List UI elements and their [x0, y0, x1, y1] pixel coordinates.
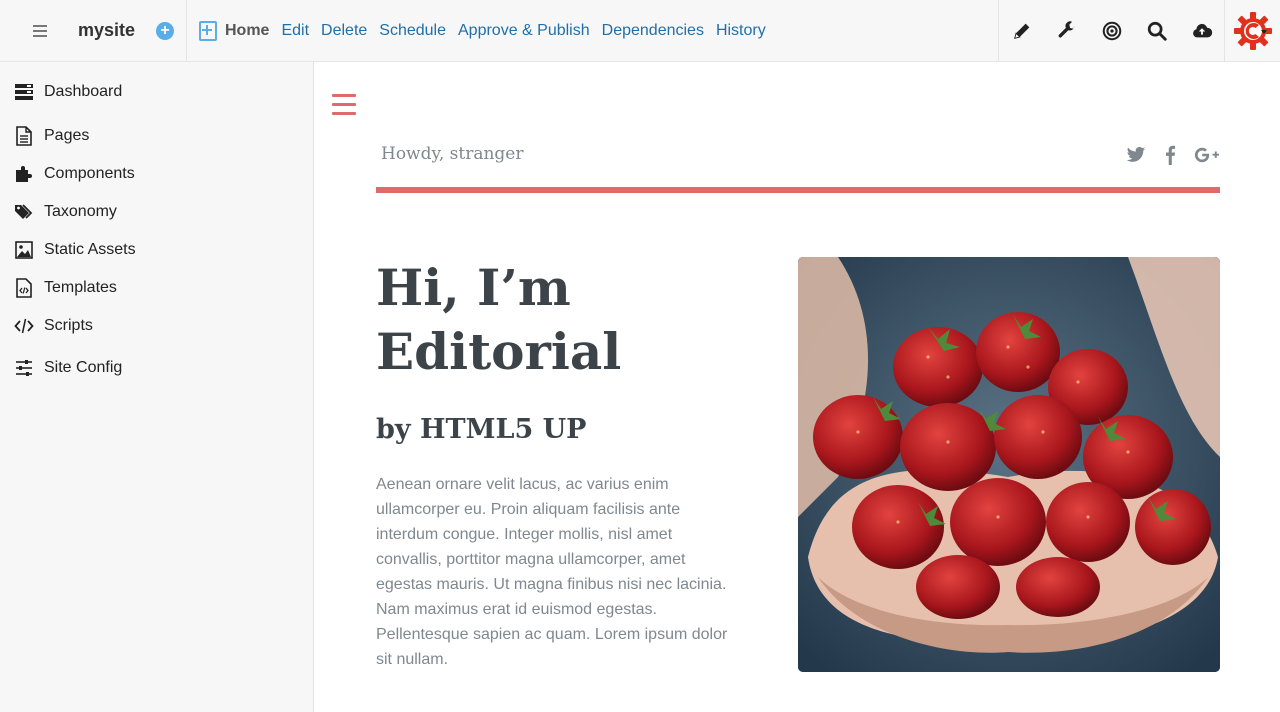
- toolbar-tools: [998, 0, 1280, 62]
- code-icon: [14, 318, 34, 334]
- sliders-icon: [16, 360, 32, 376]
- plus-icon: +: [160, 21, 170, 39]
- search-button[interactable]: [1134, 0, 1179, 62]
- sidebar-item-label: Components: [44, 165, 135, 182]
- hamburger-icon: [33, 24, 47, 37]
- wrench-icon: [1058, 21, 1074, 38]
- edit-link[interactable]: Edit: [281, 22, 309, 40]
- menu-toggle-button[interactable]: [20, 0, 60, 62]
- hero-image: [798, 257, 1220, 672]
- current-page-label[interactable]: Home: [225, 22, 269, 40]
- image-icon: [15, 241, 33, 259]
- sidebar-item-site-config[interactable]: Site Config: [14, 358, 122, 378]
- sidebar-item-scripts[interactable]: Scripts: [14, 316, 93, 336]
- sidebar-item-label: Templates: [44, 279, 117, 296]
- strawberries-image: [798, 257, 1220, 672]
- pencil-icon: [1013, 23, 1029, 39]
- twitter-link[interactable]: [1126, 144, 1146, 166]
- sidebar-item-templates[interactable]: Templates: [14, 278, 117, 298]
- hero-body-text: Aenean ornare velit lacus, ac varius eni…: [376, 476, 728, 668]
- header-accent-rule: [376, 187, 1220, 193]
- page-icon: [16, 126, 32, 146]
- sidebar-item-taxonomy[interactable]: Taxonomy: [14, 202, 117, 222]
- sidebar-item-components[interactable]: Components: [14, 164, 135, 184]
- social-links: [1108, 144, 1220, 166]
- site-name[interactable]: mysite: [78, 20, 150, 41]
- sidebar-item-label: Dashboard: [44, 83, 123, 100]
- gear-logo-icon: [1233, 12, 1272, 50]
- tools-button[interactable]: [1044, 0, 1089, 62]
- hamburger-bar: [332, 103, 356, 106]
- crafter-logo[interactable]: [1224, 0, 1280, 62]
- hero-heading: Hi, I’m Editorial: [376, 258, 622, 381]
- google-plus-icon: [1194, 147, 1219, 163]
- search-icon: [1147, 21, 1167, 41]
- sidebar: Dashboard Pages Components Taxonomy Stat…: [0, 62, 313, 712]
- dependencies-link[interactable]: Dependencies: [602, 22, 704, 40]
- publish-button[interactable]: [1179, 0, 1224, 62]
- code-file-icon: [16, 278, 32, 298]
- edit-mode-button[interactable]: [999, 0, 1044, 62]
- target-icon: [1102, 21, 1121, 41]
- sidebar-item-label: Taxonomy: [44, 203, 117, 220]
- add-content-button[interactable]: +: [156, 21, 174, 40]
- hamburger-bar: [332, 94, 356, 97]
- approve-publish-link[interactable]: Approve & Publish: [458, 22, 590, 40]
- puzzle-icon: [16, 166, 32, 182]
- site-preview: Howdy, stranger Hi, I’m Editorial by HTM…: [313, 62, 1280, 712]
- sidebar-item-label: Site Config: [44, 359, 123, 376]
- cloud-upload-icon: [1192, 23, 1212, 38]
- page-actions: Home Edit Delete Schedule Approve & Publ…: [199, 20, 778, 41]
- facebook-icon: [1166, 145, 1176, 165]
- greeting-text: Howdy, stranger: [381, 144, 524, 164]
- preview-menu-button[interactable]: [332, 94, 356, 116]
- page-add-icon: [199, 20, 217, 41]
- twitter-icon: [1126, 146, 1146, 162]
- tags-icon: [15, 204, 33, 219]
- toolbar-divider: [186, 0, 187, 62]
- sidebar-item-dashboard[interactable]: Dashboard: [14, 82, 122, 102]
- sidebar-item-label: Static Assets: [44, 241, 136, 258]
- schedule-link[interactable]: Schedule: [379, 22, 446, 40]
- sidebar-item-label: Pages: [44, 127, 90, 144]
- google-plus-link[interactable]: [1194, 144, 1220, 166]
- hamburger-bar: [332, 112, 356, 115]
- sidebar-item-pages[interactable]: Pages: [14, 126, 89, 146]
- dashboard-icon: [15, 84, 33, 100]
- history-link[interactable]: History: [716, 22, 766, 40]
- sidebar-item-label: Scripts: [44, 317, 93, 334]
- facebook-link[interactable]: [1164, 144, 1176, 166]
- target-button[interactable]: [1089, 0, 1134, 62]
- hero-subheading: by HTML5 UP: [376, 414, 587, 445]
- top-toolbar: mysite + Home Edit Delete Schedule Appro…: [0, 0, 1280, 62]
- sidebar-item-static-assets[interactable]: Static Assets: [14, 240, 136, 260]
- delete-link[interactable]: Delete: [321, 22, 367, 40]
